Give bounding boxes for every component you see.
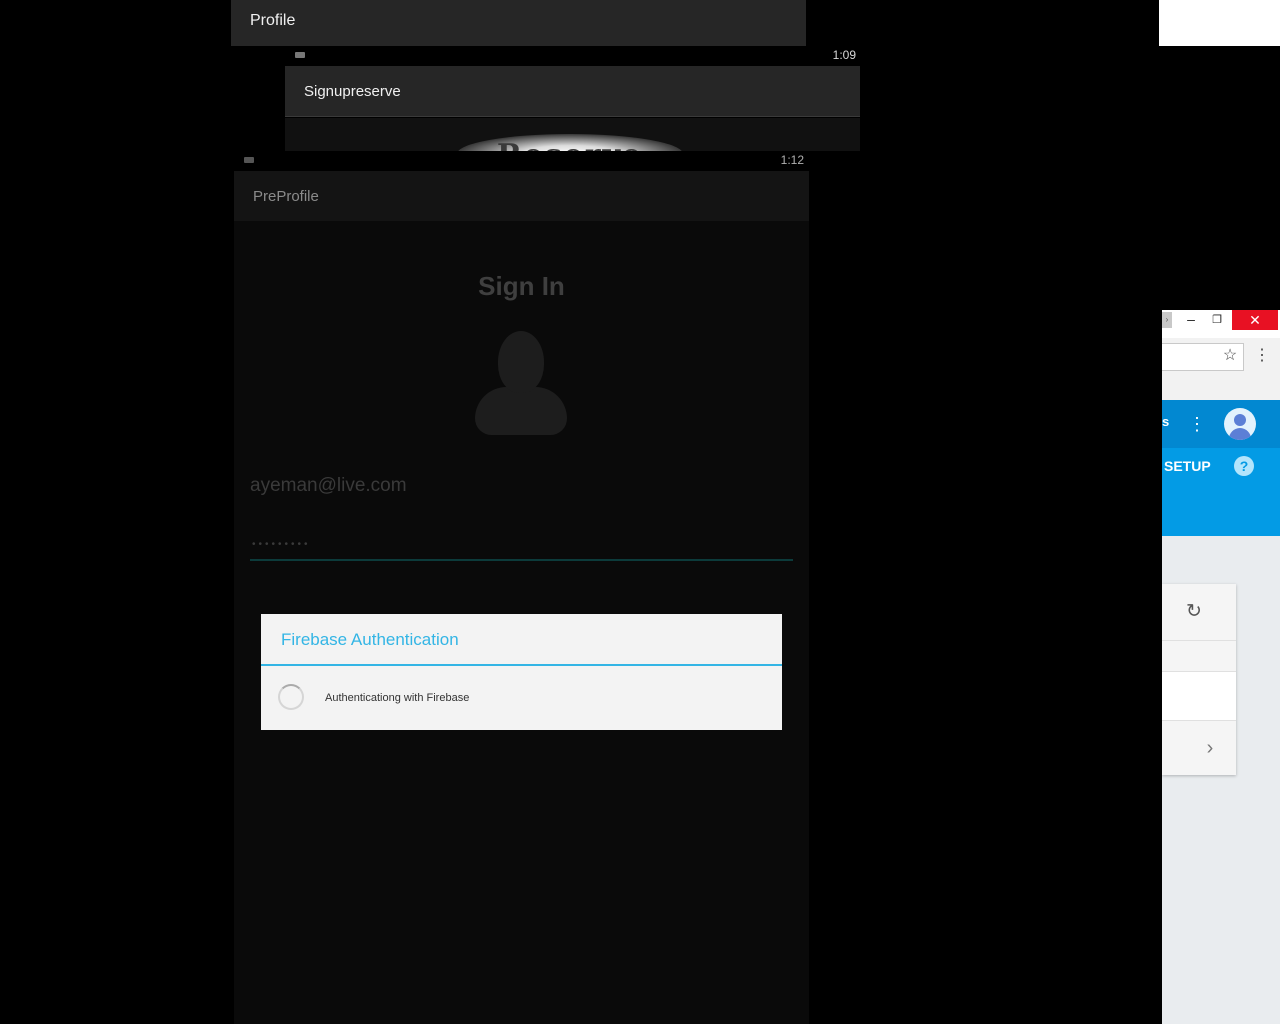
status-bar: 1:09 xyxy=(285,46,860,66)
background-window-strip xyxy=(1159,0,1280,46)
keyboard-icon xyxy=(295,52,305,58)
loading-spinner-icon xyxy=(278,684,304,710)
user-silhouette-icon xyxy=(475,331,567,435)
status-bar: 1:12 xyxy=(234,151,809,171)
refresh-icon[interactable]: ↻ xyxy=(1182,598,1206,626)
browser-titlebar: › – ❐ ✕ xyxy=(1162,310,1280,338)
browser-toolbar: ☆ ⋮ xyxy=(1162,338,1280,400)
chevron-right-icon[interactable]: › xyxy=(1202,735,1218,761)
minimize-button[interactable]: – xyxy=(1184,312,1198,328)
bookmark-star-icon[interactable]: ☆ xyxy=(1220,343,1240,369)
card-row[interactable]: › xyxy=(1162,721,1236,775)
more-options-icon[interactable]: ⋮ xyxy=(1188,412,1206,436)
logo-text: Reserve xyxy=(457,138,683,151)
avatar-head xyxy=(1234,414,1246,426)
sign-in-heading: Sign In xyxy=(478,271,565,301)
browser-window: › – ❐ ✕ ☆ ⋮ s ⋮ SETUP ? ↻ › xyxy=(1162,310,1280,1024)
reserve-logo: Reserve xyxy=(457,134,683,151)
card-header-row: ↻ xyxy=(1162,584,1236,641)
content-card: ↻ › xyxy=(1162,584,1236,775)
preprofile-window: 1:12 PreProfile Sign In ayeman@live.com … xyxy=(234,151,809,1024)
account-avatar[interactable] xyxy=(1224,408,1256,440)
window-title: PreProfile xyxy=(253,188,319,205)
browser-menu-icon[interactable]: ⋮ xyxy=(1254,343,1270,369)
password-mask: ••••••••• xyxy=(252,539,311,550)
silhouette-torso xyxy=(475,387,567,435)
action-bar: Signupreserve xyxy=(285,66,860,117)
window-title: Signupreserve xyxy=(304,83,401,100)
email-field[interactable]: ayeman@live.com xyxy=(250,475,407,497)
action-bar: PreProfile xyxy=(234,171,809,221)
card-row[interactable] xyxy=(1162,672,1236,721)
status-time: 1:12 xyxy=(780,153,804,167)
password-field[interactable]: ••••••••• xyxy=(250,533,793,561)
app-header: s ⋮ SETUP ? xyxy=(1162,400,1280,536)
tab-edge[interactable]: › xyxy=(1162,312,1172,328)
keyboard-icon xyxy=(244,157,254,163)
dialog-message: Authenticationg with Firebase xyxy=(325,692,470,704)
maximize-button[interactable]: ❐ xyxy=(1210,312,1224,328)
avatar-body xyxy=(1229,428,1251,440)
profile-window: Profile xyxy=(231,0,806,46)
nav-partial-label[interactable]: s xyxy=(1162,414,1169,429)
window-title: Profile xyxy=(250,12,296,29)
dialog-title: Firebase Authentication xyxy=(281,630,459,649)
close-button[interactable]: ✕ xyxy=(1232,310,1278,330)
window-content: Reserve xyxy=(285,118,860,151)
dialog-divider xyxy=(261,664,782,666)
card-row xyxy=(1162,641,1236,672)
silhouette-head xyxy=(498,331,544,393)
help-icon[interactable]: ? xyxy=(1234,456,1254,476)
app-topbar: s ⋮ xyxy=(1162,400,1280,448)
firebase-auth-dialog: Firebase Authentication Authenticationg … xyxy=(261,614,782,730)
status-time: 1:09 xyxy=(832,48,856,62)
setup-tab[interactable]: SETUP xyxy=(1164,458,1211,474)
signupreserve-window: 1:09 Signupreserve Reserve xyxy=(285,46,860,151)
